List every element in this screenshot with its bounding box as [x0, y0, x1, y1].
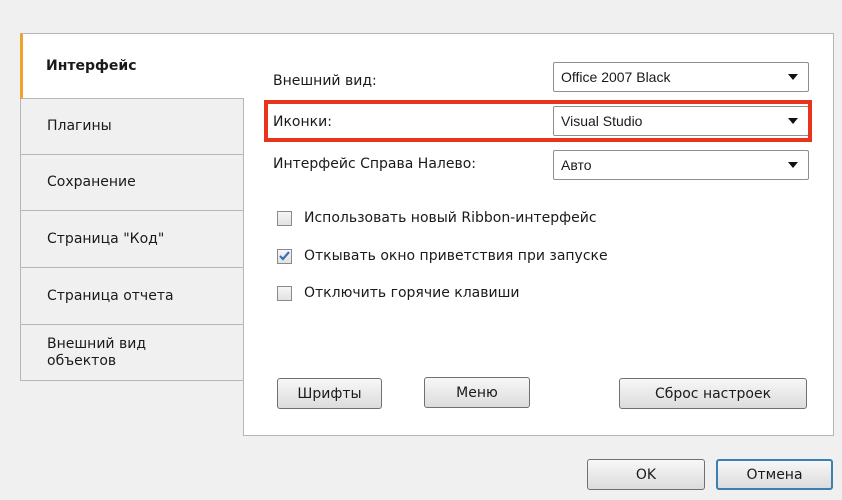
chevron-down-icon [778, 151, 808, 179]
tab-interface[interactable]: Интерфейс [20, 33, 244, 99]
tab-label: Сохранение [47, 174, 136, 190]
reset-settings-button[interactable]: Сброс настроек [619, 378, 807, 409]
options-dialog: Интерфейс Плагины Сохранение Страница "К… [0, 0, 842, 500]
menu-button-label: Меню [456, 384, 498, 401]
rtl-value: Авто [561, 157, 592, 173]
fonts-button-label: Шрифты [297, 385, 362, 402]
rtl-select[interactable]: Авто [553, 150, 809, 180]
icons-value: Visual Studio [561, 113, 643, 129]
ok-button[interactable]: OK [587, 459, 705, 490]
welcome-checkbox-row[interactable]: Откывать окно приветствия при запуске [277, 248, 608, 264]
cancel-button-label: Отмена [746, 466, 803, 483]
welcome-checkbox-label: Откывать окно приветствия при запуске [304, 248, 608, 264]
check-mark-icon [279, 251, 290, 261]
menu-button[interactable]: Меню [424, 377, 530, 408]
hotkeys-checkbox-label: Отключить горячие клавиши [304, 285, 520, 301]
reset-settings-button-label: Сброс настроек [654, 385, 772, 402]
welcome-checkbox[interactable] [277, 248, 292, 264]
tab-label: Плагины [47, 118, 112, 134]
icons-label: Иконки: [273, 114, 332, 130]
tab-label: Страница отчета [47, 287, 174, 304]
hotkeys-checkbox-row[interactable]: Отключить горячие клавиши [277, 285, 520, 301]
tab-label: Страница "Код" [47, 230, 165, 247]
tab-object-appearance[interactable]: Внешний вид объектов [20, 324, 244, 381]
tab-code-page[interactable]: Страница "Код" [20, 210, 244, 268]
chevron-down-icon [778, 63, 808, 91]
hotkeys-checkbox[interactable] [277, 285, 292, 301]
settings-panel: Внешний вид: Office 2007 Black Иконки: V… [243, 33, 834, 436]
tab-saving[interactable]: Сохранение [20, 154, 244, 211]
ok-button-label: OK [635, 466, 657, 483]
tab-label: Внешний вид объектов [47, 335, 147, 369]
rtl-label: Интерфейс Справа Налево: [273, 156, 476, 172]
tab-report-page[interactable]: Страница отчета [20, 267, 244, 325]
chevron-down-icon [778, 107, 808, 135]
icons-select[interactable]: Visual Studio [553, 106, 809, 136]
tab-plugins[interactable]: Плагины [20, 98, 244, 155]
tab-label: Интерфейс [46, 58, 137, 74]
fonts-button[interactable]: Шрифты [277, 378, 382, 409]
appearance-value: Office 2007 Black [561, 69, 671, 85]
cancel-button[interactable]: Отмена [716, 459, 833, 490]
ribbon-checkbox-row[interactable]: Использовать новый Ribbon-интерфейс [277, 210, 597, 226]
appearance-label: Внешний вид: [273, 73, 377, 89]
ribbon-checkbox[interactable] [277, 210, 292, 226]
appearance-select[interactable]: Office 2007 Black [553, 62, 809, 92]
ribbon-checkbox-label: Использовать новый Ribbon-интерфейс [304, 210, 597, 226]
